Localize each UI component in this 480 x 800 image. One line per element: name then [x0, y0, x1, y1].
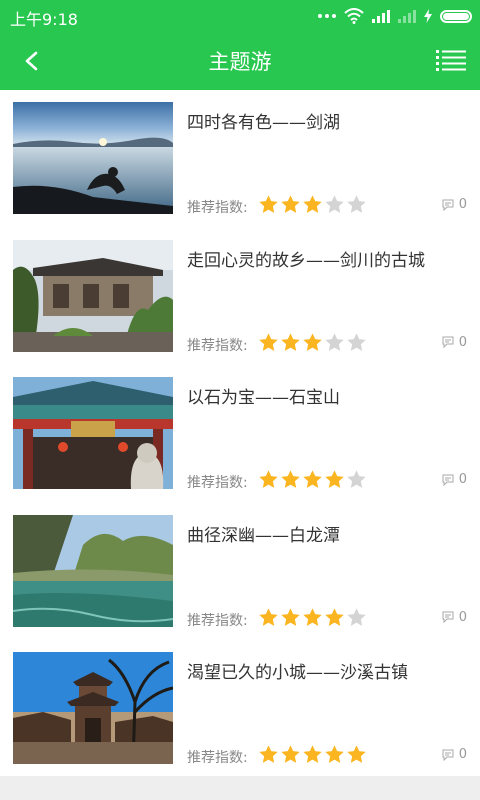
item-title: 走回心灵的故乡——剑川的古城: [187, 250, 425, 271]
star-icon: [347, 332, 366, 351]
star-rating: [258, 607, 367, 628]
ancient-courtyard-photo: [13, 239, 173, 352]
status-bar: 上午9:18: [0, 0, 480, 32]
old-town-tower-photo: [13, 652, 173, 764]
item-title: 以石为宝——石宝山: [187, 388, 340, 408]
star-icon: [281, 470, 300, 488]
page-title: 主题游: [208, 50, 272, 74]
signal-icon: [372, 9, 390, 23]
charging-icon: [424, 9, 432, 23]
status-time: 上午9:18: [10, 10, 78, 29]
list-item[interactable]: 走回心灵的故乡——剑川的古城 推荐指数: 0: [0, 228, 480, 366]
star-icon: [259, 470, 278, 488]
comment-icon: [442, 199, 454, 211]
star-icon: [303, 332, 322, 351]
comment-count-value: 0: [458, 747, 467, 762]
star-icon: [347, 607, 366, 626]
signal-weak-icon: [398, 9, 416, 23]
status-icons: [318, 5, 472, 27]
star-icon: [259, 745, 278, 763]
bottom-bar: [0, 776, 480, 800]
star-icon: [325, 195, 344, 213]
list-menu-icon: [436, 50, 466, 71]
item-title: 曲径深幽——白龙潭: [187, 525, 340, 546]
star-icon: [303, 195, 322, 213]
star-icon: [325, 470, 344, 488]
lake-sunset-photo: [13, 102, 173, 214]
star-icon: [347, 470, 366, 488]
star-icon: [259, 607, 278, 626]
comment-count[interactable]: 0: [442, 197, 467, 212]
star-rating: [258, 332, 367, 353]
more-dots-icon: [318, 14, 336, 18]
comment-icon: [442, 749, 454, 761]
star-rating: [258, 469, 367, 490]
list-item[interactable]: 渴望已久的小城——沙溪古镇 推荐指数: 0: [0, 640, 480, 778]
rating-label: 推荐指数:: [187, 200, 248, 216]
star-icon: [259, 195, 278, 213]
star-icon: [325, 332, 344, 351]
rating-label: 推荐指数:: [187, 475, 248, 491]
item-title: 四时各有色——剑湖: [187, 113, 340, 133]
star-icon: [303, 607, 322, 626]
star-icon: [347, 745, 366, 763]
star-icon: [281, 607, 300, 626]
wifi-icon: [344, 8, 364, 24]
rating-label: 推荐指数:: [187, 612, 248, 629]
comment-count-value: 0: [458, 197, 467, 212]
star-icon: [281, 745, 300, 763]
battery-icon: [440, 9, 472, 23]
star-rating: [258, 744, 367, 765]
star-icon: [281, 195, 300, 213]
comment-count-value: 0: [458, 609, 467, 625]
theme-tour-list: 四时各有色——剑湖 推荐指数: 0 走回心灵的故乡——剑川的古城 推荐指数: 0…: [0, 90, 480, 776]
comment-count[interactable]: 0: [442, 335, 467, 350]
comment-count-value: 0: [458, 472, 467, 487]
comment-count-value: 0: [458, 334, 467, 350]
list-item[interactable]: 曲径深幽——白龙潭 推荐指数: 0: [0, 503, 480, 641]
comment-icon: [442, 474, 454, 486]
comment-icon: [442, 611, 454, 623]
green-pond-photo: [13, 514, 173, 627]
star-icon: [347, 195, 366, 213]
star-icon: [325, 745, 344, 763]
comment-icon: [442, 336, 454, 348]
item-title: 渴望已久的小城——沙溪古镇: [187, 663, 408, 683]
star-icon: [303, 745, 322, 763]
menu-button[interactable]: [434, 44, 468, 78]
list-item[interactable]: 以石为宝——石宝山 推荐指数: 0: [0, 365, 480, 503]
comment-count[interactable]: 0: [442, 747, 467, 762]
star-icon: [303, 470, 322, 488]
list-item[interactable]: 四时各有色——剑湖 推荐指数: 0: [0, 90, 480, 228]
title-bar: 主题游: [0, 32, 480, 90]
star-icon: [325, 607, 344, 626]
star-icon: [281, 332, 300, 351]
comment-count[interactable]: 0: [442, 610, 467, 625]
rating-label: 推荐指数:: [187, 750, 248, 766]
star-icon: [259, 332, 278, 351]
comment-count[interactable]: 0: [442, 472, 467, 487]
star-rating: [258, 194, 367, 215]
rating-label: 推荐指数:: [187, 337, 248, 354]
temple-gate-photo: [13, 377, 173, 489]
